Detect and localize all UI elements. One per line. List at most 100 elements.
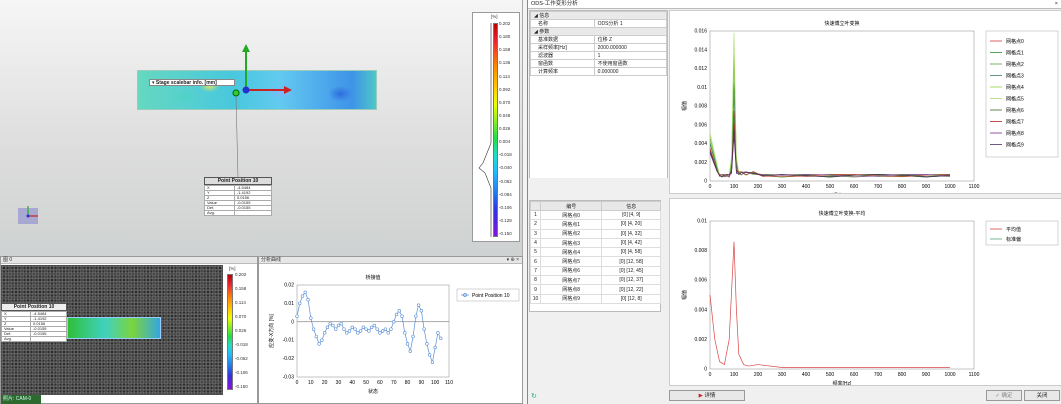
- y-tick-label: 0.004: [694, 141, 707, 147]
- point-list[interactable]: 编号 信息 1 网格点0 [0] [4, 9] 2 网格点1 [0] [4, 20] 3 网格点2…: [529, 200, 661, 312]
- list-row[interactable]: 3 网格点2 [0] [4, 32]: [530, 228, 661, 239]
- camera-image[interactable]: Point Position 10 X -4.5484 Y -1.4192 Z 0.015…: [1, 265, 223, 395]
- list-row[interactable]: 7 网格点6 [0] [12, 45]: [530, 265, 661, 277]
- list-cell: 网格点0: [539, 209, 603, 221]
- data-point: [356, 331, 360, 335]
- image-point-popup: Point Position 10 X -4.5484 Y -1.4192 Z 0.015…: [1, 303, 68, 342]
- list-header[interactable]: 编号: [539, 201, 603, 211]
- fft-series-line: [709, 60, 951, 178]
- selected-point: [232, 89, 240, 97]
- detail-button[interactable]: ▶ 详情: [669, 390, 745, 401]
- data-point: [422, 327, 426, 331]
- y-tick-label: -0.03: [283, 375, 295, 381]
- list-row[interactable]: 4 网格点3 [0] [4, 42]: [530, 237, 661, 249]
- property-row[interactable]: 采样频率[Hz] 2000.000000: [530, 43, 668, 52]
- y-tick-label: 0.008: [694, 248, 707, 254]
- x-tick-label: 10: [308, 380, 314, 386]
- point-info-row: Avg.: [1, 336, 68, 342]
- x-tick-label: 300: [778, 372, 787, 378]
- data-point: [306, 298, 310, 302]
- point-info-row: Avg.: [204, 210, 273, 216]
- y-tick-label: 0.006: [694, 122, 707, 128]
- x-tick-label: 900: [922, 184, 931, 190]
- y-tick-label: 0.016: [694, 29, 707, 35]
- list-cell: 3: [530, 228, 541, 239]
- legend-label: 网格点4: [1006, 84, 1024, 91]
- property-row[interactable]: 基准数据 位移 Z: [530, 35, 668, 44]
- property-row[interactable]: 滤波器 1: [530, 51, 668, 60]
- y-axis-label: 幅值: [681, 101, 688, 111]
- list-cell: [0] [4, 9]: [601, 209, 661, 221]
- fft-chart[interactable]: 快速傅立叶变换 0.016 0.014 0.012 0.01 0.008 0.006 0.00…: [669, 10, 1061, 199]
- x-tick-label: 1000: [944, 372, 955, 378]
- list-cell: [0] [4, 20]: [601, 219, 661, 230]
- property-row[interactable]: 名称 ODS分析 1: [530, 19, 668, 28]
- point-list-table: 编号 信息 1 网格点0 [0] [4, 9] 2 网格点1 [0] [4, 20] 3 网格点2…: [530, 201, 661, 304]
- point-info-popup: Point Position 10 X -4.5484 Y -1.4192 Z 0.015…: [204, 177, 273, 216]
- chart-title: 快速傅立叶变换: [824, 20, 859, 27]
- colorbar-panel: [%] 0.202 0.180 0.158 0.136 0.114 0.092 0.070 0…: [472, 12, 520, 242]
- data-point: [353, 327, 357, 331]
- close-button[interactable]: 关闭: [1024, 390, 1060, 401]
- image-point-table: X -4.5484 Y -1.4192 Z 0.0156 Value -0.0155 Def. -…: [1, 311, 68, 342]
- list-row[interactable]: 10 网格点9 [0] [12, 8]: [530, 293, 661, 304]
- curve-panel-title: 分析曲线 ▾ ⊕ ×: [259, 257, 522, 264]
- x-tick-label: 100: [730, 184, 739, 190]
- property-section[interactable]: ◢ 参数: [530, 27, 667, 36]
- fft-series-line: [709, 117, 951, 178]
- property-row[interactable]: 窗函数 不使用窗函数: [530, 59, 668, 68]
- list-row[interactable]: 2 网格点1 [0] [4, 20]: [530, 219, 661, 230]
- colorbar-tick-label: -0.150: [235, 384, 248, 389]
- list-row[interactable]: 8 网格点7 [0] [12, 37]: [530, 275, 661, 286]
- property-value: 0.000000: [593, 67, 668, 76]
- data-point: [345, 331, 349, 335]
- image-colorbar-ticks: 0.202 0.158 0.114 0.070 0.026 -0.018 -0.062 -0.…: [235, 272, 257, 392]
- data-point: [425, 342, 429, 346]
- y-tick-label: 0: [704, 179, 707, 185]
- avg-series-line: [709, 241, 950, 368]
- colorbar-tick-label: -0.018: [235, 342, 248, 347]
- data-point: [336, 323, 341, 328]
- x-tick-label: 600: [850, 372, 859, 378]
- list-row[interactable]: 1 网格点0 [0] [4, 9]: [530, 209, 661, 221]
- x-tick-label: 700: [874, 184, 883, 190]
- property-row[interactable]: 计算频率 0.000000: [530, 67, 668, 76]
- property-section[interactable]: ◢ 信息: [530, 11, 667, 20]
- legend-label: 网格点6: [1006, 107, 1024, 114]
- list-row[interactable]: 9 网格点8 [0] [12, 22]: [530, 284, 661, 295]
- data-point: [392, 320, 396, 324]
- property-grid[interactable]: ◢ 信息 名称 ODS分析 1 ◢ 参数 基准数据 位移 Z 采样频率[Hz] 2000.00…: [529, 10, 668, 188]
- detail-flag-icon: ▶: [698, 393, 703, 399]
- list-header[interactable]: 信息: [601, 201, 661, 211]
- fft-series-line: [709, 129, 951, 178]
- 3d-view[interactable]: ▾ Stage scalebar info. [mm] Point Positi…: [0, 0, 523, 256]
- plot-area: [709, 220, 975, 370]
- avg-chart-panel: 快速傅立叶变换-平均 0.01 0.008 0.006 0.004 0.002 0 0 100 2…: [669, 198, 1061, 388]
- confirm-button[interactable]: ✓ 确定: [986, 390, 1022, 401]
- window-close-button[interactable]: ×: [1055, 0, 1058, 9]
- data-point: [364, 327, 368, 331]
- property-key: 计算频率: [530, 67, 595, 76]
- list-cell: 1: [530, 209, 541, 221]
- y-axis-label: 幅值: [681, 290, 688, 300]
- axis-y-head: [242, 44, 250, 52]
- list-row[interactable]: 6 网格点5 [0] [12, 58]: [530, 256, 661, 267]
- list-header[interactable]: [530, 201, 541, 211]
- avg-chart[interactable]: 快速傅立叶变换-平均 0.01 0.008 0.006 0.004 0.002 00 100 2…: [669, 198, 1061, 387]
- fft-series-line: [709, 110, 951, 178]
- colorbar-tick-label: 0.202: [235, 272, 247, 277]
- curve-chart[interactable]: 桥接值0.020.010-0.01-0.02-0.030 10 20 30 40 50 60…: [259, 265, 524, 403]
- property-value: 1: [593, 51, 668, 60]
- point-info-key: Avg.: [1, 336, 31, 342]
- data-point: [339, 321, 343, 326]
- property-key: 滤波器: [530, 51, 595, 60]
- refresh-icon[interactable]: ↻: [531, 392, 537, 401]
- data-point: [328, 321, 332, 326]
- list-row[interactable]: 5 网格点4 [0] [4, 58]: [530, 247, 661, 258]
- data-point: [405, 342, 410, 346]
- data-point: [309, 316, 313, 320]
- colorbar-tick-label: -0.106: [235, 370, 248, 375]
- x-tick-label: 800: [898, 372, 907, 378]
- curve-panel-controls[interactable]: ▾ ⊕ ×: [507, 257, 522, 264]
- point-info-title: Point Position 10: [204, 177, 272, 185]
